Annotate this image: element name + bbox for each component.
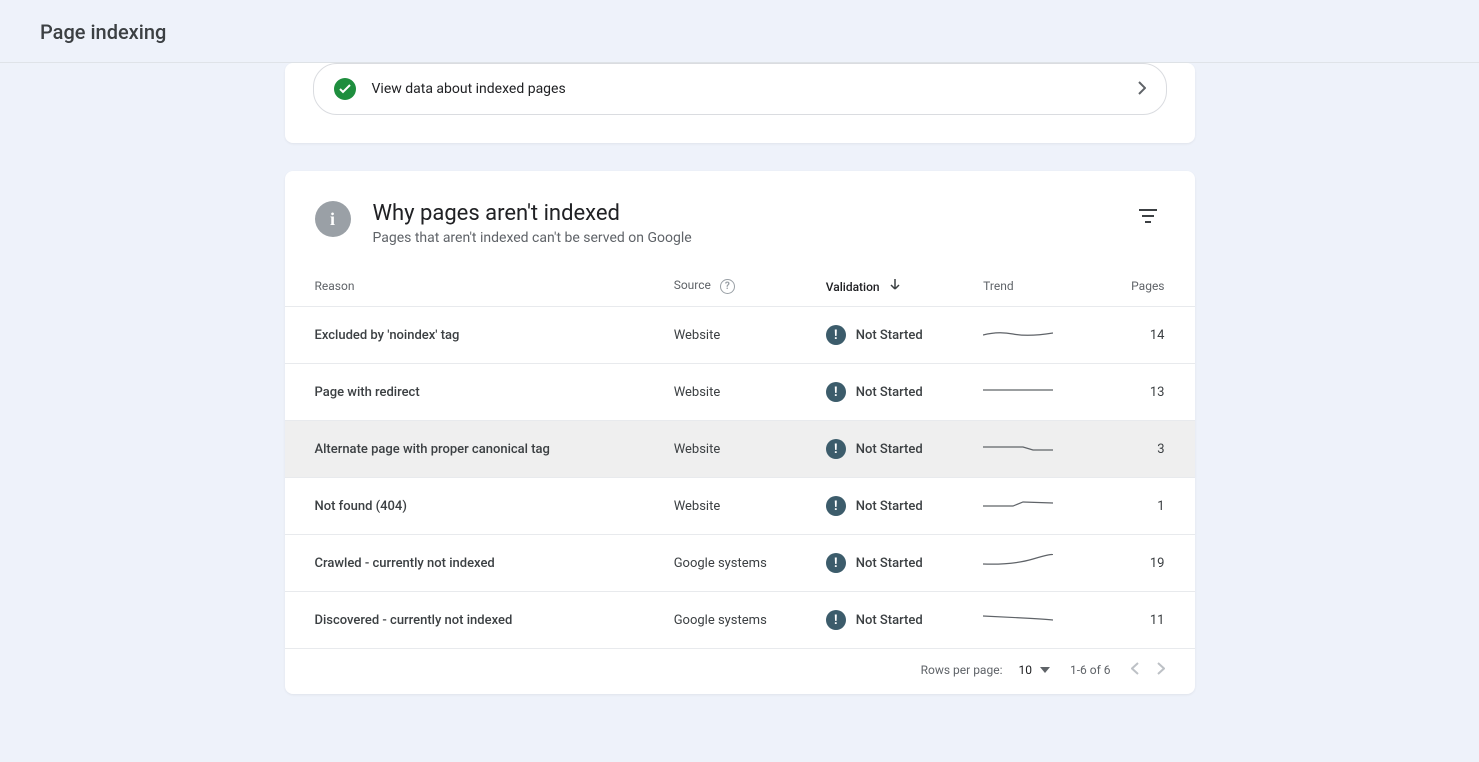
trend-sparkline	[983, 380, 1053, 400]
section-subtitle: Pages that aren't indexed can't be serve…	[373, 230, 692, 246]
cell-reason: Page with redirect	[285, 364, 666, 421]
cell-pages: 11	[1095, 592, 1194, 649]
info-icon: i	[315, 201, 351, 237]
exclamation-icon: !	[826, 439, 846, 459]
cell-reason: Excluded by 'noindex' tag	[285, 307, 666, 364]
trend-sparkline	[983, 323, 1053, 343]
cell-pages: 3	[1095, 421, 1194, 478]
cell-reason: Discovered - currently not indexed	[285, 592, 666, 649]
exclamation-icon: !	[826, 496, 846, 516]
rows-per-page-select[interactable]: 10	[1018, 663, 1050, 677]
cell-reason: Not found (404)	[285, 478, 666, 535]
exclamation-icon: !	[826, 610, 846, 630]
cell-pages: 14	[1095, 307, 1194, 364]
col-pages[interactable]: Pages	[1095, 266, 1194, 307]
exclamation-icon: !	[826, 325, 846, 345]
cell-reason: Crawled - currently not indexed	[285, 535, 666, 592]
top-bar: Page indexing	[0, 0, 1479, 63]
cell-trend	[975, 421, 1095, 478]
not-indexed-card: i Why pages aren't indexed Pages that ar…	[285, 171, 1195, 694]
cell-validation: ! Not Started	[818, 421, 975, 478]
help-icon[interactable]: ?	[720, 279, 735, 294]
trend-sparkline	[983, 608, 1053, 628]
page-title: Page indexing	[40, 20, 1439, 44]
validation-status: Not Started	[856, 556, 923, 571]
exclamation-icon: !	[826, 382, 846, 402]
cell-trend	[975, 592, 1095, 649]
cell-validation: ! Not Started	[818, 478, 975, 535]
check-circle-icon	[334, 78, 356, 100]
view-indexed-pages-row[interactable]: View data about indexed pages	[313, 63, 1167, 115]
table-row[interactable]: Crawled - currently not indexed Google s…	[285, 535, 1195, 592]
cell-trend	[975, 478, 1095, 535]
indexed-pages-card: View data about indexed pages	[285, 63, 1195, 143]
cell-trend	[975, 307, 1095, 364]
col-source[interactable]: Source ?	[666, 266, 818, 307]
content: View data about indexed pages i Why page…	[285, 63, 1195, 762]
section-header: i Why pages aren't indexed Pages that ar…	[285, 171, 1195, 266]
cell-validation: ! Not Started	[818, 535, 975, 592]
cell-source: Website	[666, 364, 818, 421]
trend-sparkline	[983, 494, 1053, 514]
table-row[interactable]: Alternate page with proper canonical tag…	[285, 421, 1195, 478]
col-reason[interactable]: Reason	[285, 266, 666, 307]
cell-pages: 1	[1095, 478, 1194, 535]
col-validation[interactable]: Validation	[818, 266, 975, 307]
dropdown-icon	[1040, 667, 1050, 673]
validation-status: Not Started	[856, 385, 923, 400]
cell-source: Google systems	[666, 535, 818, 592]
cell-source: Website	[666, 307, 818, 364]
reasons-table: Reason Source ? Validation Trend Pages	[285, 266, 1195, 649]
table-row[interactable]: Excluded by 'noindex' tag Website ! Not …	[285, 307, 1195, 364]
rows-per-page-label: Rows per page:	[921, 663, 1003, 677]
section-title: Why pages aren't indexed	[373, 201, 692, 226]
cell-trend	[975, 364, 1095, 421]
cell-source: Website	[666, 478, 818, 535]
view-indexed-label: View data about indexed pages	[372, 81, 1138, 97]
trend-sparkline	[983, 551, 1053, 571]
cell-trend	[975, 535, 1095, 592]
table-footer: Rows per page: 10 1-6 of 6	[285, 649, 1195, 694]
cell-pages: 19	[1095, 535, 1194, 592]
sort-down-icon	[889, 279, 901, 294]
prev-page-button[interactable]	[1131, 659, 1139, 680]
validation-status: Not Started	[856, 499, 923, 514]
chevron-right-icon	[1138, 79, 1146, 100]
table-row[interactable]: Discovered - currently not indexed Googl…	[285, 592, 1195, 649]
cell-source: Google systems	[666, 592, 818, 649]
cell-source: Website	[666, 421, 818, 478]
validation-status: Not Started	[856, 613, 923, 628]
filter-button[interactable]	[1131, 201, 1165, 231]
table-row[interactable]: Not found (404) Website ! Not Started 1	[285, 478, 1195, 535]
cell-validation: ! Not Started	[818, 592, 975, 649]
pagination	[1131, 659, 1165, 680]
next-page-button[interactable]	[1157, 659, 1165, 680]
table-row[interactable]: Page with redirect Website ! Not Started…	[285, 364, 1195, 421]
validation-status: Not Started	[856, 328, 923, 343]
cell-pages: 13	[1095, 364, 1194, 421]
trend-sparkline	[983, 437, 1053, 457]
cell-validation: ! Not Started	[818, 307, 975, 364]
exclamation-icon: !	[826, 553, 846, 573]
validation-status: Not Started	[856, 442, 923, 457]
col-trend[interactable]: Trend	[975, 266, 1095, 307]
rows-per-page: Rows per page: 10	[921, 663, 1050, 677]
cell-validation: ! Not Started	[818, 364, 975, 421]
cell-reason: Alternate page with proper canonical tag	[285, 421, 666, 478]
page-range: 1-6 of 6	[1070, 663, 1111, 677]
